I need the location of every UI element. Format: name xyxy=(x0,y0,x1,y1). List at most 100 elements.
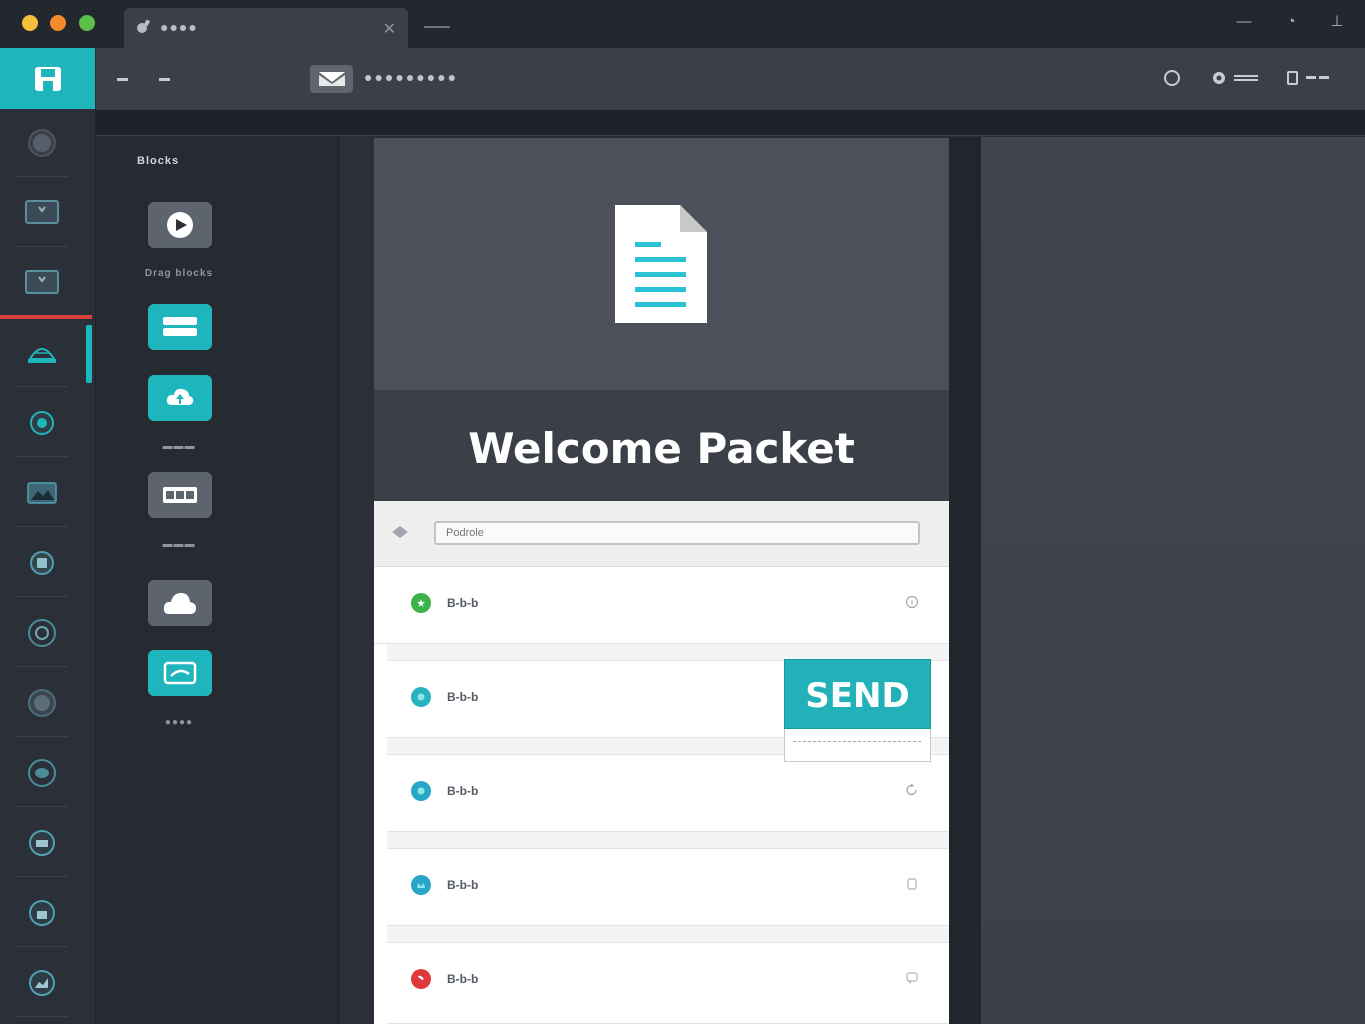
list-item[interactable]: B-b-b xyxy=(374,567,949,644)
save-button[interactable] xyxy=(0,48,95,109)
toolbar: ●●●●●●●●● xyxy=(96,48,1365,110)
row-divider xyxy=(387,926,949,943)
refresh-icon[interactable] xyxy=(905,783,919,797)
list-item[interactable]: B-b-b xyxy=(387,943,949,1024)
rail-item-eye[interactable] xyxy=(16,739,68,807)
palette-caption: Drag blocks xyxy=(144,268,214,279)
minimize-icon[interactable]: — xyxy=(1234,12,1254,32)
close-window-button[interactable] xyxy=(22,15,38,31)
crown-icon xyxy=(411,875,431,895)
play-icon xyxy=(167,212,193,238)
palette-item-film[interactable] xyxy=(148,472,212,518)
palette-item-image[interactable] xyxy=(148,650,212,696)
clipboard-icon[interactable] xyxy=(905,877,919,891)
rail-item-target[interactable] xyxy=(16,599,68,667)
cloud-icon xyxy=(163,593,196,614)
rail-item-badge[interactable] xyxy=(16,389,68,457)
rail-item-layout[interactable] xyxy=(16,179,68,247)
mail-icon xyxy=(318,72,345,86)
minimize-window-button[interactable] xyxy=(50,15,66,31)
image-icon xyxy=(163,661,197,685)
pin-icon[interactable]: ⊥ xyxy=(1327,12,1347,32)
menu-lines-icon xyxy=(1234,75,1258,81)
hero-block[interactable] xyxy=(374,138,949,390)
rail-item-record[interactable] xyxy=(16,669,68,737)
palette-caption: ●●●● xyxy=(164,717,194,728)
tab-close-icon[interactable]: ✕ xyxy=(383,19,396,39)
send-button[interactable]: SEND xyxy=(784,659,931,729)
title-bar: ●●●● ✕ — ◔ ⊥ xyxy=(0,0,1365,48)
circle-icon xyxy=(1164,70,1180,86)
phone-icon xyxy=(411,969,431,989)
inbox-icon xyxy=(29,829,55,856)
dial-icon xyxy=(28,128,56,157)
palette-item-upload[interactable] xyxy=(148,375,212,421)
rail-item-blocks[interactable] xyxy=(16,319,68,387)
email-button[interactable] xyxy=(310,65,353,93)
rail-item-templates[interactable] xyxy=(16,249,68,317)
preview-toggle[interactable] xyxy=(1163,68,1181,88)
icon-rail xyxy=(0,109,96,1024)
new-tab-button[interactable] xyxy=(424,26,450,28)
email-canvas: Welcome Packet B-b-b B-b-b B-b-b B-b-b B… xyxy=(374,138,949,1024)
bell-tray-icon xyxy=(28,347,56,363)
canvas-gutter xyxy=(340,137,374,1024)
rail-active-indicator xyxy=(86,325,92,383)
undo-button[interactable] xyxy=(117,78,128,81)
rail-item-images[interactable] xyxy=(16,459,68,527)
search-input[interactable] xyxy=(434,521,920,545)
list-item-label: B-b-b xyxy=(447,690,479,704)
blocks-palette: Blocks Drag blocks ▬▬▬ ▬▬▬ ●●●● xyxy=(97,137,339,1024)
monitor-icon xyxy=(25,199,59,224)
info-icon[interactable] xyxy=(905,595,919,609)
save-icon xyxy=(34,66,61,91)
palette-caption: ▬▬▬ xyxy=(162,539,196,550)
palette-item-text[interactable] xyxy=(148,304,212,350)
screen-icon xyxy=(25,269,59,294)
chat-icon[interactable] xyxy=(905,971,919,985)
send-button-dropdown[interactable] xyxy=(784,729,931,762)
list-item[interactable]: B-b-b xyxy=(387,849,949,926)
list-item-label: B-b-b xyxy=(447,784,479,798)
list-item-label: B-b-b xyxy=(447,596,479,610)
palette-item-video[interactable] xyxy=(148,202,212,248)
settings-button[interactable] xyxy=(1210,68,1260,88)
mobile-icon xyxy=(1287,71,1298,85)
globe-icon xyxy=(411,781,431,801)
gear-icon xyxy=(1213,72,1225,84)
eye-icon xyxy=(28,758,56,787)
rail-item-notes[interactable] xyxy=(16,529,68,597)
text-block-icon xyxy=(163,317,197,336)
rail-divider-red xyxy=(0,315,92,319)
rail-item-dashboard[interactable] xyxy=(16,109,68,177)
rail-item-lock[interactable] xyxy=(16,879,68,947)
properties-panel xyxy=(981,137,1365,1024)
subtoolbar xyxy=(96,110,1365,136)
video-icon xyxy=(163,487,197,503)
palette-item-cloud[interactable] xyxy=(148,580,212,626)
image-icon xyxy=(27,481,57,504)
tab-document[interactable]: ●●●● ✕ xyxy=(124,8,408,48)
record-icon xyxy=(28,688,56,717)
redo-button[interactable] xyxy=(159,78,170,81)
tab-title: ●●●● xyxy=(160,19,198,35)
maximize-window-button[interactable] xyxy=(79,15,95,31)
device-toggle[interactable] xyxy=(1286,68,1332,88)
chart-icon xyxy=(29,969,55,996)
canvas-gutter-right xyxy=(949,137,981,1024)
lock-icon xyxy=(29,899,55,926)
toolbar-label: ●●●●●●●●● xyxy=(364,69,459,85)
back-arrow-icon[interactable] xyxy=(390,525,410,539)
brush-icon xyxy=(137,19,150,33)
document-icon xyxy=(615,205,707,323)
rail-item-analytics[interactable] xyxy=(16,949,68,1017)
list-item-label: B-b-b xyxy=(447,972,479,986)
rail-item-inbox[interactable] xyxy=(16,809,68,877)
globe-icon xyxy=(411,687,431,707)
list-item[interactable]: B-b-b xyxy=(387,755,949,832)
palette-heading: Blocks xyxy=(137,155,180,167)
globe-icon[interactable]: ◔ xyxy=(1281,12,1301,32)
dash-icon xyxy=(1306,76,1329,79)
palette-caption: ▬▬▬ xyxy=(162,441,196,452)
badge-icon xyxy=(30,410,54,435)
